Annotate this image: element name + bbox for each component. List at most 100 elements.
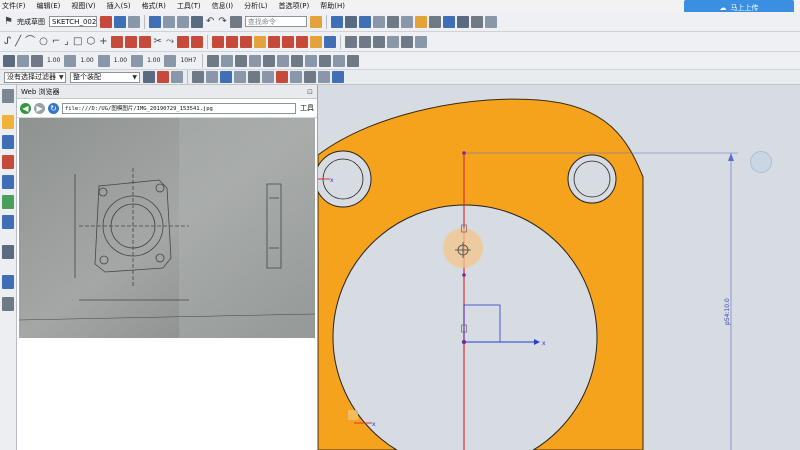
polygon-icon[interactable]: ⬡	[86, 36, 95, 48]
tools-menu[interactable]: 工具	[300, 103, 314, 113]
sketch-orient-icon[interactable]	[113, 15, 126, 28]
snap-settings-icon[interactable]	[332, 71, 344, 83]
arc-icon[interactable]: ⌒	[25, 36, 35, 48]
line-icon[interactable]: ╱	[15, 36, 21, 48]
command-finder-icon[interactable]	[229, 15, 242, 28]
snap-intersection-icon[interactable]	[248, 71, 260, 83]
menu-view[interactable]: 视图(V)	[71, 1, 95, 11]
dimension-icon[interactable]	[211, 35, 224, 48]
constraint-icon[interactable]	[225, 35, 238, 48]
save-icon[interactable]	[148, 15, 161, 28]
chamfer-icon[interactable]: ⌟	[64, 36, 69, 48]
model-icon[interactable]	[442, 15, 455, 28]
convert-reference-icon[interactable]	[281, 35, 294, 48]
centerline-icon[interactable]	[291, 54, 304, 67]
snap-endpoint-icon[interactable]	[192, 71, 204, 83]
snap-point-icon[interactable]	[276, 71, 288, 83]
profile-icon[interactable]: ᔑ	[4, 36, 11, 48]
crosshatch-icon[interactable]	[277, 54, 290, 67]
weld-icon[interactable]	[249, 54, 262, 67]
feature-icon[interactable]	[344, 35, 357, 48]
circle-icon[interactable]: ○	[39, 36, 48, 48]
settings-icon[interactable]	[2, 89, 14, 103]
mirror-icon[interactable]	[176, 35, 189, 48]
cut-icon[interactable]	[162, 15, 175, 28]
zoom-icon[interactable]	[17, 54, 29, 67]
undo-icon[interactable]: ↶	[206, 16, 214, 28]
assembly-scope-select[interactable]: 整个装配 ▼	[70, 71, 140, 83]
fit-icon[interactable]	[3, 54, 15, 67]
section-icon[interactable]	[400, 15, 413, 28]
system-materials-icon[interactable]	[2, 275, 14, 289]
redo-icon[interactable]: ↷	[218, 16, 226, 28]
pin-icon[interactable]: ⊡	[307, 88, 313, 96]
url-field[interactable]: file:///D:/UG/图模图片/IMG_20190729_153541.j…	[62, 102, 296, 114]
constraint-navigator-icon[interactable]	[2, 135, 14, 149]
view-orient-icon[interactable]	[386, 15, 399, 28]
select-region-icon[interactable]	[157, 71, 169, 83]
sketch-tool-icon[interactable]	[99, 15, 112, 28]
finish-sketch-button[interactable]: 完成草图	[17, 17, 45, 27]
sketch-point[interactable]	[462, 151, 466, 155]
snap-icon[interactable]	[323, 35, 336, 48]
menu-help[interactable]: 帮助(H)	[320, 1, 345, 11]
assembly-icon[interactable]	[470, 15, 483, 28]
inferred-constraints-icon[interactable]	[309, 35, 322, 48]
history-icon[interactable]	[2, 245, 14, 259]
move-icon[interactable]	[347, 54, 360, 67]
search-go-icon[interactable]	[309, 15, 322, 28]
web-browser-icon[interactable]	[2, 215, 14, 229]
sketch-point[interactable]	[461, 339, 467, 345]
sketch-view-icon[interactable]	[127, 15, 140, 28]
snap-perpendicular-icon[interactable]	[304, 71, 316, 83]
symbol-icon[interactable]	[221, 54, 234, 67]
grid-icon[interactable]	[319, 54, 332, 67]
lasso-icon[interactable]	[171, 71, 183, 83]
fillet-icon[interactable]: ⌐	[52, 36, 60, 48]
spline-icon[interactable]	[110, 35, 123, 48]
reuse-library-icon[interactable]	[2, 175, 14, 189]
camera-icon[interactable]	[484, 15, 497, 28]
part-navigator-icon[interactable]	[2, 155, 14, 169]
auto-constraint-icon[interactable]	[239, 35, 252, 48]
assembly-navigator-icon[interactable]	[2, 115, 14, 129]
selection-filter-select[interactable]: 没有选择过滤器 ▼	[4, 71, 66, 83]
rotate-icon[interactable]	[31, 54, 43, 67]
note-icon[interactable]	[207, 54, 220, 67]
menu-format[interactable]: 格式(R)	[142, 1, 166, 11]
layer-settings-icon[interactable]	[333, 54, 346, 67]
refresh-icon[interactable]: ↻	[48, 102, 59, 114]
snap-quadrant-icon[interactable]	[234, 71, 246, 83]
pattern-icon[interactable]	[138, 35, 151, 48]
leader-icon[interactable]	[305, 54, 318, 67]
sketch-canvas[interactable]: p54:10.0 x x x	[318, 85, 800, 450]
datum-icon[interactable]	[131, 54, 144, 67]
corner-icon[interactable]	[190, 35, 203, 48]
point-icon[interactable]: +	[99, 36, 107, 48]
snap-center-icon[interactable]	[220, 71, 232, 83]
offset-icon[interactable]	[124, 35, 137, 48]
dimension-value[interactable]: p54:10.0	[724, 298, 731, 325]
boolean-icon[interactable]	[400, 35, 413, 48]
gdt-icon[interactable]	[64, 54, 77, 67]
hd3d-tools-icon[interactable]	[2, 195, 14, 209]
snap-tangent-icon[interactable]	[262, 71, 274, 83]
measure-icon[interactable]	[414, 15, 427, 28]
back-icon[interactable]: ◀	[20, 102, 31, 114]
menu-insert[interactable]: 插入(S)	[107, 1, 131, 11]
table-icon[interactable]	[235, 54, 248, 67]
extrude-icon[interactable]	[358, 35, 371, 48]
view-triad-button[interactable]	[750, 151, 772, 173]
snap-on-curve-icon[interactable]	[318, 71, 330, 83]
menu-preferences[interactable]: 首选项(P)	[279, 1, 310, 11]
paste-icon[interactable]	[190, 15, 203, 28]
trim-icon[interactable]: ✂	[154, 36, 162, 48]
menu-file[interactable]: 文件(F)	[2, 1, 26, 11]
process-studio-icon[interactable]	[2, 297, 14, 311]
hole-icon[interactable]	[386, 35, 399, 48]
command-search-input[interactable]: 查找命令	[244, 16, 307, 27]
menu-analysis[interactable]: 分析(L)	[244, 1, 267, 11]
rectangle-icon[interactable]: □	[73, 36, 82, 48]
sketch-point[interactable]	[462, 273, 466, 277]
tolerance-icon[interactable]	[97, 54, 110, 67]
